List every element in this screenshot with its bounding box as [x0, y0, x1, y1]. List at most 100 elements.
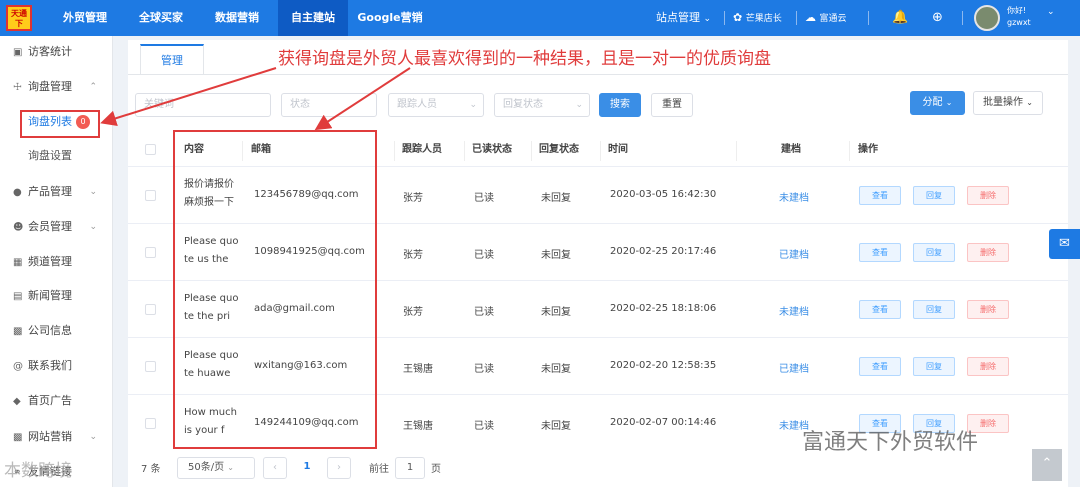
user-info[interactable]: 你好! gzwxt — [1007, 5, 1031, 29]
chevron-down-icon: ⌄ — [89, 432, 97, 442]
topnav-site-builder[interactable]: 自主建站 — [278, 0, 348, 36]
annotation-box-list — [20, 110, 100, 138]
sidebar-item-label: 访客统计 — [28, 45, 72, 58]
reply-button[interactable]: 回复 — [913, 243, 955, 262]
view-button[interactable]: 查看 — [859, 186, 901, 205]
reply-status-label: 回复状态 — [503, 99, 543, 110]
reply-button[interactable]: 回复 — [913, 300, 955, 319]
chart-icon: ▩ — [13, 432, 23, 443]
chevron-up-icon: ⌃ — [89, 82, 97, 92]
topnav-trade-mgmt[interactable]: 外贸管理 — [52, 0, 118, 36]
cloud-icon: ☁ — [805, 11, 816, 24]
row-checkbox[interactable] — [145, 190, 156, 201]
chat-icon[interactable]: ✉ — [1049, 229, 1080, 259]
row-checkbox[interactable] — [145, 361, 156, 372]
globe-icon[interactable]: ⊕ — [932, 0, 943, 36]
brand-logo[interactable]: 天通下 — [6, 5, 32, 31]
reply-button[interactable]: 回复 — [913, 186, 955, 205]
view-button[interactable]: 查看 — [859, 300, 901, 319]
page-size-select[interactable]: 50条/页 ⌄ — [177, 457, 255, 479]
sidebar-item-label: 询盘设置 — [28, 149, 72, 162]
sidebar-item-channels[interactable]: ▦ 频道管理 — [0, 249, 113, 275]
store-link[interactable]: ✿ 芒果店长 — [733, 0, 782, 36]
sidebar-item-home-ads[interactable]: ◆ 首页广告 — [0, 388, 113, 414]
sidebar-item-label: 首页广告 — [28, 394, 72, 407]
time-cell: 2020-02-25 18:18:06 — [610, 303, 717, 314]
select-all-checkbox[interactable] — [145, 144, 156, 155]
sidebar-item-visitor-stats[interactable]: ▣ 访客统计 — [0, 39, 113, 65]
watermark: 富通天下外贸软件 — [802, 430, 979, 455]
sidebar-item-products[interactable]: ● 产品管理 ⌄ — [0, 179, 113, 205]
chevron-down-icon: ⌄ — [703, 14, 712, 24]
archive-link[interactable]: 未建档 — [779, 303, 809, 318]
tab-divider — [128, 74, 1068, 75]
watermark-left: 本数跨境 — [4, 461, 72, 481]
archive-link[interactable]: 已建档 — [779, 246, 809, 261]
column-header-follower: 跟踪人员 — [402, 144, 442, 155]
batch-actions-button[interactable]: 批量操作 ⌄ — [973, 91, 1043, 115]
scroll-to-top-icon[interactable]: ⌃ — [1032, 449, 1062, 481]
delete-button[interactable]: 删除 — [967, 300, 1009, 319]
topnav-google-marketing[interactable]: Google营销 — [352, 0, 428, 36]
chevron-down-icon: ⌄ — [1026, 98, 1033, 107]
chevron-down-icon: ⌄ — [89, 222, 97, 232]
chevron-down-icon: ⌄ — [945, 98, 953, 107]
follower-select[interactable]: 跟踪人员 ⌄ — [388, 93, 484, 117]
cloud-link[interactable]: ☁ 富通云 — [805, 0, 847, 36]
status-select[interactable]: 状态 — [281, 93, 377, 117]
column-divider — [849, 141, 850, 161]
goto-page-input[interactable]: 1 — [395, 457, 425, 479]
view-button[interactable]: 查看 — [859, 357, 901, 376]
sidebar-item-members[interactable]: ☻ 会员管理 ⌄ — [0, 214, 113, 240]
goto-label: 前往 — [369, 464, 389, 475]
topnav-global-buyers[interactable]: 全球买家 — [128, 0, 194, 36]
assign-button[interactable]: 分配 ⌄ — [910, 91, 965, 115]
row-checkbox[interactable] — [145, 247, 156, 258]
sidebar-item-inquiry-settings[interactable]: 询盘设置 — [0, 143, 113, 169]
row-checkbox[interactable] — [145, 418, 156, 429]
delete-button[interactable]: 删除 — [967, 243, 1009, 262]
divider — [868, 11, 869, 25]
sidebar-item-label: 网站营销 — [28, 430, 72, 443]
keyword-input[interactable]: 关键词 — [135, 93, 271, 117]
ad-icon: ◆ — [13, 396, 21, 407]
cart-icon: ☩ — [13, 82, 22, 93]
current-page[interactable]: 1 — [295, 457, 319, 479]
reply-status-cell: 未回复 — [541, 250, 571, 261]
tab-manage[interactable]: 管理 — [140, 44, 204, 74]
archive-link[interactable]: 已建档 — [779, 360, 809, 375]
column-divider — [531, 141, 532, 161]
reply-status-select[interactable]: 回复状态 ⌄ — [494, 93, 590, 117]
news-icon: ▤ — [13, 291, 23, 302]
bell-icon[interactable]: 🔔 — [892, 0, 908, 36]
reply-button[interactable]: 回复 — [913, 357, 955, 376]
column-divider — [394, 141, 395, 161]
sidebar-item-company[interactable]: ▩ 公司信息 — [0, 318, 113, 344]
reset-button[interactable]: 重置 — [651, 93, 693, 117]
search-button[interactable]: 搜索 — [599, 93, 641, 117]
follower-cell: 张芳 — [403, 307, 423, 318]
reply-status-cell: 未回复 — [541, 421, 571, 432]
chevron-down-icon[interactable]: ⌄ — [1047, 0, 1055, 30]
prev-page-button[interactable]: ‹ — [263, 457, 287, 479]
next-page-button[interactable]: › — [327, 457, 351, 479]
row-checkbox[interactable] — [145, 304, 156, 315]
time-cell: 2020-02-07 00:14:46 — [610, 417, 717, 428]
annotation-box-columns — [173, 130, 377, 449]
sidebar-item-contact[interactable]: @ 联系我们 — [0, 353, 113, 379]
topnav-data-marketing[interactable]: 数据营销 — [204, 0, 270, 36]
delete-button[interactable]: 删除 — [967, 357, 1009, 376]
archive-link[interactable]: 未建档 — [779, 189, 809, 204]
greeting-text: 你好! — [1007, 6, 1027, 15]
column-divider — [600, 141, 601, 161]
read-status-cell: 已读 — [474, 421, 494, 432]
sidebar-item-news[interactable]: ▤ 新闻管理 — [0, 283, 113, 309]
batch-actions-label: 批量操作 — [983, 97, 1024, 108]
delete-button[interactable]: 删除 — [967, 186, 1009, 205]
sidebar-item-inquiry-mgmt[interactable]: ☩ 询盘管理 ⌃ — [0, 74, 113, 100]
sidebar-item-marketing[interactable]: ▩ 网站营销 ⌄ — [0, 424, 113, 450]
site-management-menu[interactable]: 站点管理 ⌄ — [656, 0, 711, 36]
view-button[interactable]: 查看 — [859, 243, 901, 262]
annotation-caption: 获得询盘是外贸人最喜欢得到的一种结果，且是一对一的优质询盘 — [278, 49, 771, 69]
avatar[interactable] — [974, 5, 1000, 31]
